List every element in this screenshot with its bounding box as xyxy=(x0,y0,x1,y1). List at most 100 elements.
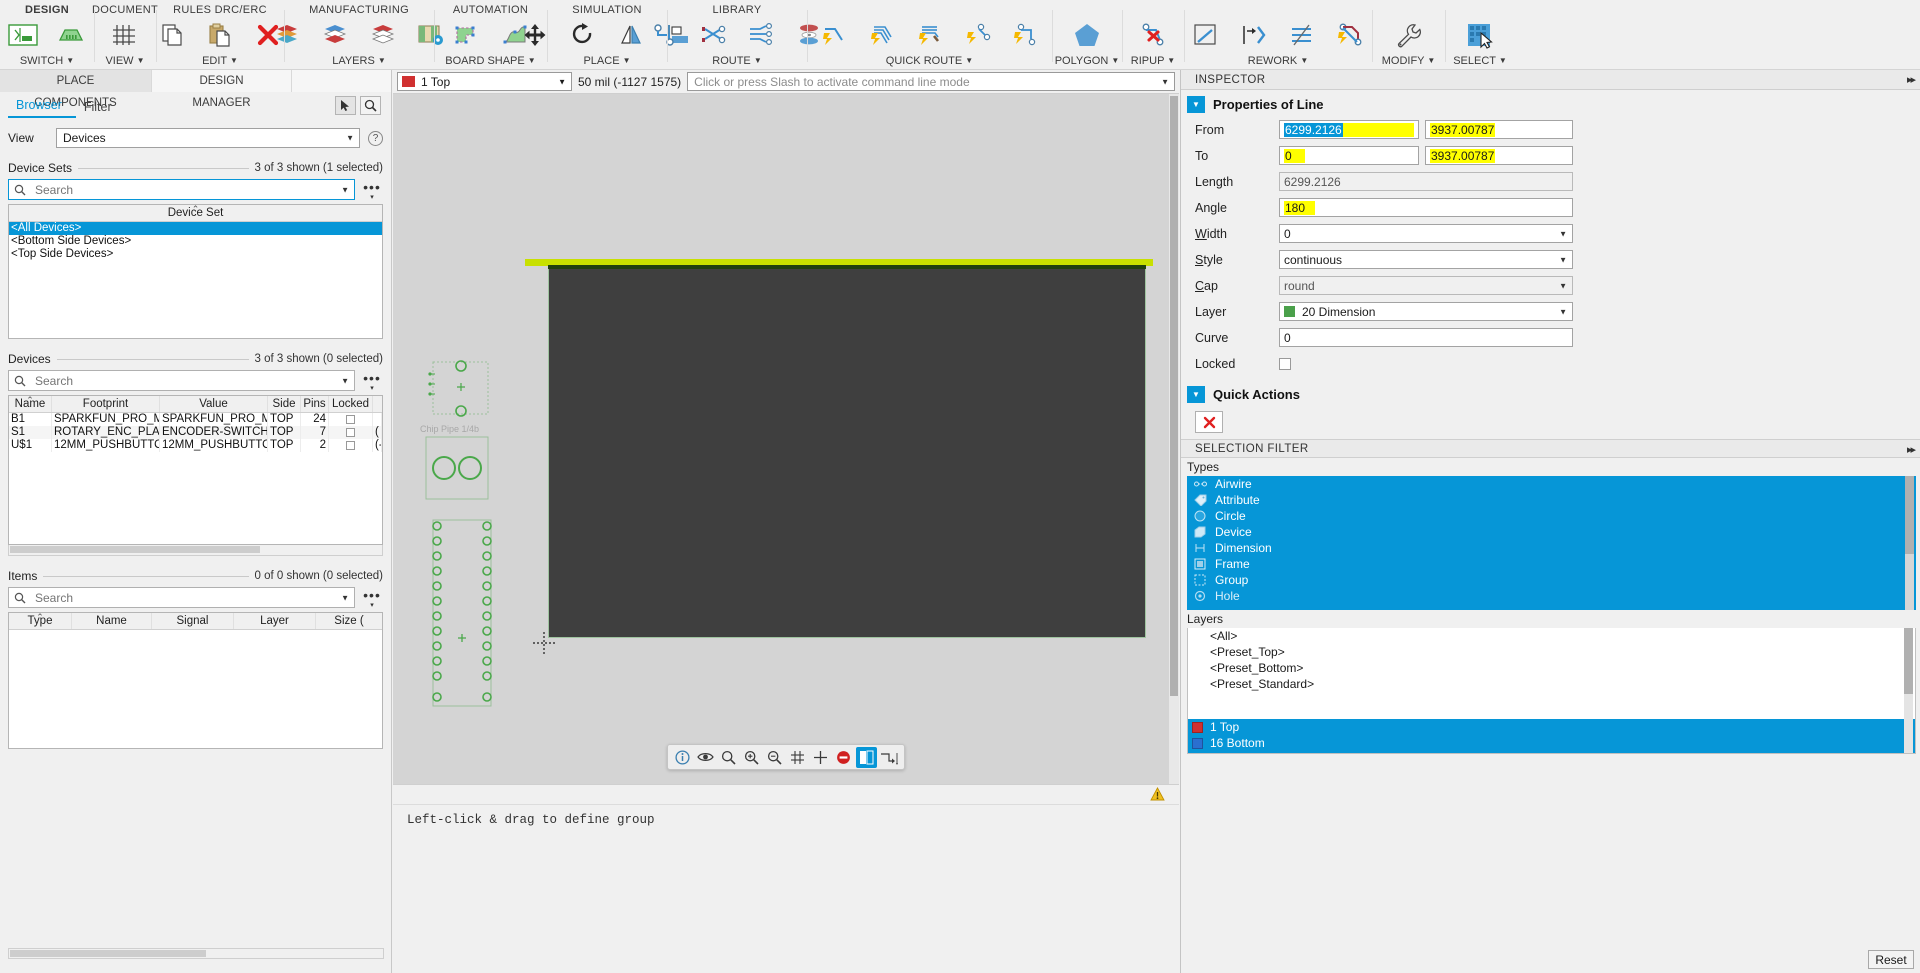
multi-route-icon[interactable] xyxy=(738,17,784,53)
cell-locked[interactable] xyxy=(329,413,373,426)
route-dropdown[interactable]: ROUTE ▼ xyxy=(712,54,761,70)
active-layer-select[interactable]: 1 Top ▼ xyxy=(397,72,572,91)
checkbox[interactable] xyxy=(346,428,355,437)
filter-item-group[interactable]: Group xyxy=(1187,572,1916,588)
tab-design-manager[interactable]: DESIGN MANAGER xyxy=(152,70,292,92)
device-sets-options[interactable]: •••▾ xyxy=(361,179,383,200)
col-locked[interactable]: Locked xyxy=(329,396,373,412)
route-icon[interactable] xyxy=(642,17,688,53)
autoroute-multi-icon[interactable] xyxy=(859,17,905,53)
col-name[interactable]: ⌃Name xyxy=(9,396,52,412)
field-from-y[interactable]: 3937.00787 xyxy=(1425,120,1573,139)
layers-dropdown[interactable]: LAYERS ▼ xyxy=(332,54,386,70)
device-sets-search-input[interactable]: ▼ xyxy=(8,179,355,200)
chevron-down-icon[interactable]: ▼ xyxy=(341,376,349,385)
zoom-search-icon[interactable] xyxy=(360,96,381,115)
ribbon-tab-simulation[interactable]: SIMULATION xyxy=(572,0,641,16)
col-footprint[interactable]: Footprint xyxy=(52,396,160,412)
scrollbar-thumb[interactable] xyxy=(10,950,206,957)
filter-item-circle[interactable]: Circle xyxy=(1187,508,1916,524)
items-table[interactable]: ⌃Type Name Signal Layer Size ( xyxy=(8,612,383,749)
selection-filter-types-list[interactable]: Airwire Attribute Circle Device Dimensio… xyxy=(1187,476,1916,610)
col-pins[interactable]: Pins xyxy=(301,396,329,412)
layer-item-top[interactable]: 1 Top xyxy=(1188,719,1915,735)
ribbon-tab-design[interactable]: DESIGN xyxy=(25,0,69,16)
col-extra[interactable] xyxy=(373,396,382,412)
layers-red-icon[interactable] xyxy=(360,17,406,53)
place-dropdown[interactable]: PLACE ▼ xyxy=(583,54,630,70)
move-icon[interactable] xyxy=(512,17,558,53)
table-row[interactable]: S1 ROTARY_ENC_PLAIN ENCODER-SWITCH TOP 7… xyxy=(9,426,382,439)
field-width[interactable]: 0 ▼ xyxy=(1279,224,1573,243)
items-search-field[interactable] xyxy=(33,590,354,606)
collapse-toggle-icon[interactable]: ▼ xyxy=(1187,96,1205,113)
scrollbar-thumb[interactable] xyxy=(10,546,260,553)
paste-icon[interactable] xyxy=(197,17,243,53)
list-item[interactable]: <Bottom Side Devices> xyxy=(9,235,382,248)
scrollbar-thumb[interactable] xyxy=(1170,96,1178,696)
col-size[interactable]: Size ( xyxy=(316,613,382,629)
ratsnest-toggle-icon[interactable] xyxy=(879,747,900,768)
polygon-dropdown[interactable]: POLYGON ▼ xyxy=(1055,54,1120,70)
field-to-y[interactable]: 3937.00787 xyxy=(1425,146,1573,165)
warning-triangle-icon[interactable] xyxy=(1150,787,1165,801)
board-switch-icon[interactable] xyxy=(48,17,94,53)
field-angle[interactable]: 180 xyxy=(1279,198,1573,217)
view-dropdown[interactable]: VIEW ▼ xyxy=(105,54,144,70)
split-icon[interactable] xyxy=(1279,17,1325,53)
devices-hscrollbar[interactable] xyxy=(8,545,383,556)
modify-dropdown[interactable]: MODIFY ▼ xyxy=(1382,54,1436,70)
rework-dropdown[interactable]: REWORK ▼ xyxy=(1248,54,1308,70)
tab-place-components[interactable]: PLACE COMPONENTS xyxy=(0,70,152,92)
chevron-down-icon[interactable]: ▼ xyxy=(1161,77,1169,86)
items-options[interactable]: •••▾ xyxy=(361,587,383,608)
miter-icon[interactable] xyxy=(1183,17,1229,53)
devices-options[interactable]: •••▾ xyxy=(361,370,383,391)
help-icon[interactable]: ? xyxy=(368,131,383,146)
items-hscrollbar[interactable] xyxy=(8,948,384,959)
field-to-x[interactable]: 0 xyxy=(1279,146,1419,165)
zoom-out-icon[interactable] xyxy=(764,747,785,768)
subtab-browser[interactable]: Browser xyxy=(8,98,76,118)
devices-table[interactable]: ⌃Name Footprint Value Side Pins Locked B… xyxy=(8,395,383,545)
items-search-input[interactable]: ▼ xyxy=(8,587,355,608)
filter-item-device[interactable]: Device xyxy=(1187,524,1916,540)
layer-preset-all[interactable]: <All> xyxy=(1188,628,1915,644)
quick-route-dropdown[interactable]: QUICK ROUTE ▼ xyxy=(886,54,973,70)
ratsnest-icon[interactable] xyxy=(690,17,736,53)
field-style[interactable]: continuous ▼ xyxy=(1279,250,1573,269)
layers-scrollbar[interactable] xyxy=(1904,628,1913,754)
grid-toggle-icon[interactable] xyxy=(787,747,808,768)
scrollbar-thumb[interactable] xyxy=(1904,628,1913,694)
cursor-select-icon[interactable] xyxy=(335,96,356,115)
switch-dropdown[interactable]: SWITCH ▼ xyxy=(20,54,74,70)
layer-display-icon[interactable] xyxy=(856,747,877,768)
types-scrollbar[interactable] xyxy=(1905,476,1914,610)
device-sets-list[interactable]: ⌃ Device Set <All Devices> <Bottom Side … xyxy=(8,204,383,339)
field-layer[interactable]: 20 Dimension ▼ xyxy=(1279,302,1573,321)
autoroute-bus-icon[interactable] xyxy=(955,17,1001,53)
autoroute-fanout-icon[interactable] xyxy=(907,17,953,53)
chevron-down-icon[interactable]: ▼ xyxy=(341,593,349,602)
expand-panel-icon[interactable]: ▸▸ xyxy=(1907,443,1914,456)
device-sets-search-field[interactable] xyxy=(33,182,354,198)
change-direction-icon[interactable] xyxy=(1231,17,1277,53)
collapse-toggle-icon[interactable]: ▼ xyxy=(1187,386,1205,403)
wrench-icon[interactable] xyxy=(1386,17,1432,53)
ripup-icon[interactable] xyxy=(1130,17,1176,53)
devices-search-input[interactable]: ▼ xyxy=(8,370,355,391)
filter-item-attribute[interactable]: Attribute xyxy=(1187,492,1916,508)
copy-icon[interactable] xyxy=(149,17,195,53)
schematic-switch-icon[interactable] xyxy=(0,17,46,53)
board-shape-dropdown[interactable]: BOARD SHAPE ▼ xyxy=(445,54,535,70)
autoroute-net-icon[interactable] xyxy=(1003,17,1049,53)
col-value[interactable]: Value xyxy=(160,396,268,412)
pcb-board-area[interactable] xyxy=(548,266,1146,638)
crosshair-icon[interactable] xyxy=(810,747,831,768)
board-outline-icon[interactable] xyxy=(444,17,490,53)
col-layer[interactable]: Layer xyxy=(234,613,316,629)
filter-item-hole[interactable]: Hole xyxy=(1187,588,1916,604)
table-row[interactable]: U$1 12MM_PUSHBUTTON 12MM_PUSHBUTTON TOP … xyxy=(9,439,382,452)
cell-locked[interactable] xyxy=(329,439,373,452)
layers-stack-icon[interactable] xyxy=(264,17,310,53)
